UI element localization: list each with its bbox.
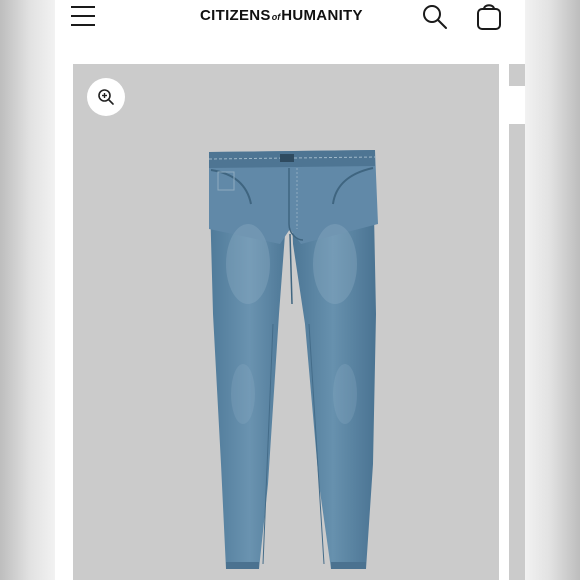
zoom-button[interactable] — [87, 78, 125, 116]
background-right — [525, 0, 580, 580]
mobile-page: CITIZENSofHUMANITY — [55, 0, 525, 580]
search-icon — [423, 5, 447, 29]
background-left — [0, 0, 55, 580]
brand-logo-right: HUMANITY — [281, 7, 363, 24]
menu-button[interactable] — [71, 2, 97, 30]
brand-logo-left: CITIZENS — [200, 7, 271, 24]
brand-logo-of: of — [271, 12, 281, 22]
shopping-bag-icon — [477, 4, 501, 30]
jeans-image — [208, 150, 378, 569]
site-header: CITIZENSofHUMANITY — [55, 0, 525, 38]
brand-logo[interactable]: CITIZENSofHUMANITY — [200, 7, 363, 24]
search-button[interactable] — [421, 3, 449, 31]
shopping-bag-button[interactable] — [475, 2, 503, 32]
product-image[interactable] — [73, 64, 499, 580]
zoom-in-icon — [98, 89, 114, 105]
next-image-zoom-button[interactable] — [509, 86, 525, 124]
next-product-image[interactable] — [509, 64, 525, 580]
